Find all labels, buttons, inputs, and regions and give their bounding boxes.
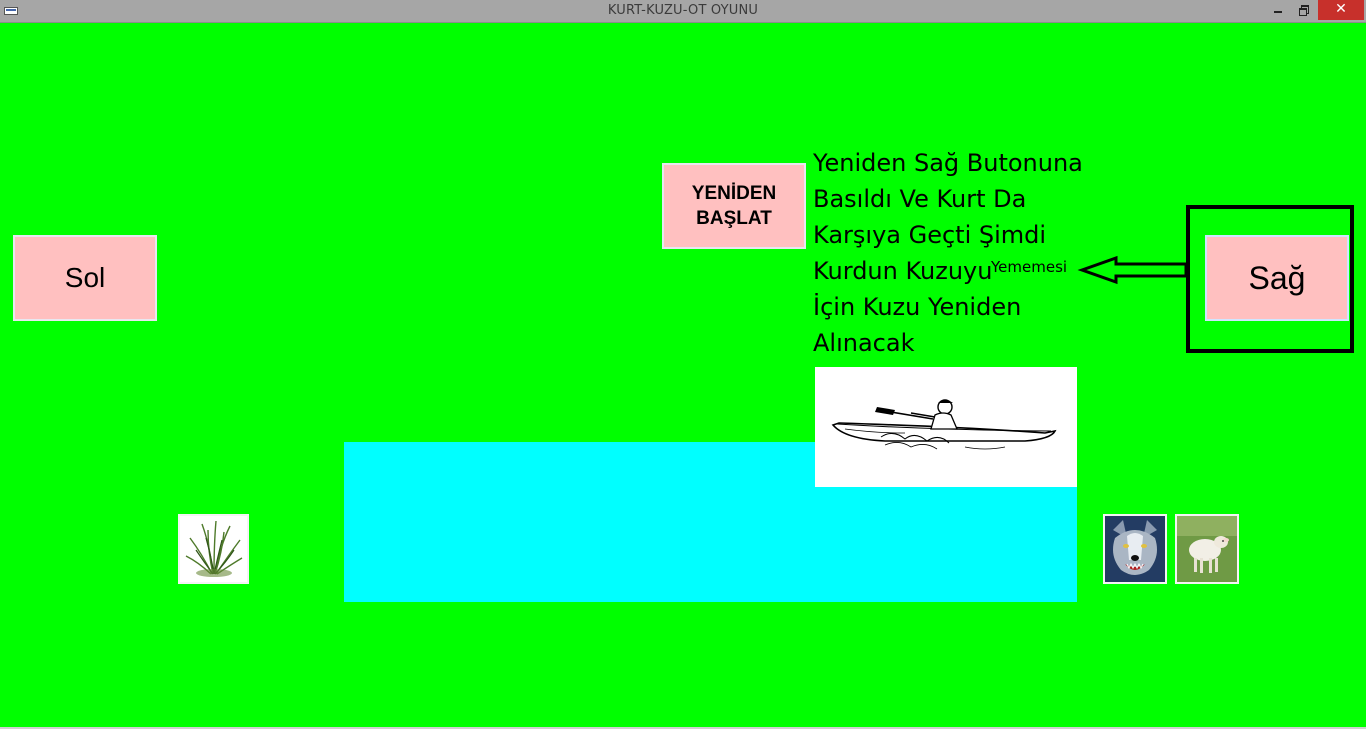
message-line: Basıldı Ve Kurt Da [813, 185, 1027, 213]
close-icon: ✕ [1335, 1, 1347, 17]
message-line: Alınacak [813, 329, 915, 357]
grass-icon [180, 516, 247, 582]
minimize-button[interactable] [1264, 0, 1290, 20]
annotation-arrow-icon [1077, 255, 1188, 285]
sag-button[interactable]: Sağ [1205, 235, 1349, 321]
sol-button[interactable]: Sol [13, 235, 157, 321]
lamb-icon [1177, 516, 1237, 582]
message-line: İçin Kuzu Yeniden [813, 293, 1022, 321]
message-line: Yeniden Sağ Butonuna [813, 149, 1083, 177]
restore-button[interactable] [1290, 0, 1316, 20]
title-bar[interactable]: KURT-KUZU-OT OYUNU ✕ [0, 0, 1366, 23]
message-line: Karşıya Geçti Şimdi [813, 221, 1047, 249]
kayak-drawing [831, 399, 1057, 450]
annotation-label: Yememesi [991, 258, 1068, 276]
wolf-image[interactable] [1103, 514, 1167, 584]
grass-image[interactable] [178, 514, 249, 584]
restore-icon-back [1299, 8, 1307, 16]
wolf-icon [1105, 516, 1165, 582]
close-button[interactable]: ✕ [1318, 0, 1364, 20]
window-title: KURT-KUZU-OT OYUNU [607, 3, 759, 18]
restart-button[interactable]: YENİDEN BAŞLAT [662, 163, 806, 249]
status-message: Yeniden Sağ Butonuna Basıldı Ve Kurt Da … [813, 145, 1093, 361]
lamb-image[interactable] [1175, 514, 1239, 584]
game-window: KURT-KUZU-OT OYUNU ✕ Sol YENİDEN BAŞLAT … [0, 0, 1366, 729]
kayak-boat-image [815, 367, 1077, 487]
